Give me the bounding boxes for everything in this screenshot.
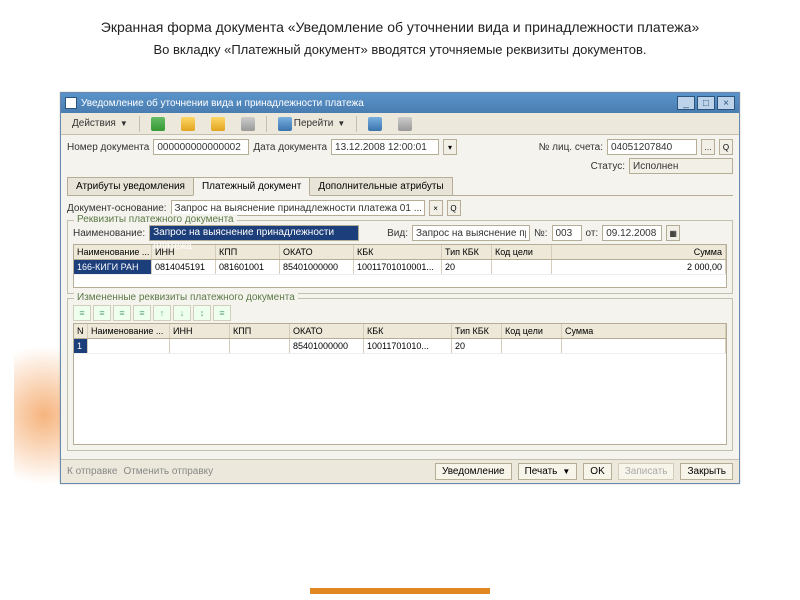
plus-icon	[151, 117, 165, 131]
tab-attributes[interactable]: Атрибуты уведомления	[67, 177, 194, 195]
date-stepper[interactable]: ▾	[443, 139, 457, 155]
changed-fieldset: Измененные реквизиты платежного документ…	[67, 298, 733, 451]
send-link[interactable]: К отправке	[67, 466, 117, 477]
doc-date-input[interactable]	[331, 139, 439, 155]
grid1-h7[interactable]: Сумма	[552, 245, 726, 259]
grid2-h6[interactable]: Тип КБК	[452, 324, 502, 338]
actions-menu[interactable]: Действия▼	[65, 115, 135, 132]
goto-icon	[278, 117, 292, 131]
grid2-h1[interactable]: Наименование ...	[88, 324, 170, 338]
grid2-h2[interactable]: ИНН	[170, 324, 230, 338]
grid2-h0[interactable]: N	[74, 324, 88, 338]
grid2-h8[interactable]: Сумма	[562, 324, 726, 338]
grid2-toolbar: ≡ ≡ ≡ ≡ ↑ ↓ ↕ ≡	[73, 305, 727, 321]
maximize-button[interactable]: □	[697, 96, 715, 110]
doc-no-input[interactable]	[153, 139, 249, 155]
toolbar-btn-6[interactable]	[391, 114, 419, 134]
account-input[interactable]	[607, 139, 697, 155]
tab-extra[interactable]: Дополнительные атрибуты	[309, 177, 452, 195]
toolbar: Действия▼ Перейти▼	[61, 113, 739, 135]
save-button[interactable]: Записать	[618, 463, 675, 480]
close-footer-button[interactable]: Закрыть	[680, 463, 733, 480]
grid2-extra[interactable]: ≡	[213, 305, 231, 321]
grid2-sort[interactable]: ↕	[193, 305, 211, 321]
slide-accent	[310, 588, 490, 594]
ok-button[interactable]: OK	[583, 463, 611, 480]
titlebar: Уведомление об уточнении вида и принадле…	[61, 93, 739, 113]
req-from-calendar[interactable]: ▦	[666, 225, 680, 241]
minimize-button[interactable]: _	[677, 96, 695, 110]
requisites-fieldset: Реквизиты платежного документа Наименова…	[67, 220, 733, 294]
toolbar-btn-2[interactable]	[174, 114, 202, 134]
doc-no-label: Номер документа	[67, 142, 149, 153]
cancel-send-link[interactable]: Отменить отправку	[123, 466, 213, 477]
help-icon	[368, 117, 382, 131]
save-icon	[241, 117, 255, 131]
grid2-del[interactable]: ≡	[133, 305, 151, 321]
req-num-input[interactable]	[552, 225, 582, 241]
toolbar-btn-1[interactable]	[144, 114, 172, 134]
close-button[interactable]: ×	[717, 96, 735, 110]
req-kind-input[interactable]	[412, 225, 530, 241]
goto-menu[interactable]: Перейти▼	[271, 114, 353, 134]
notice-button[interactable]: Уведомление	[435, 463, 512, 480]
grid2-h4[interactable]: ОКАТО	[290, 324, 364, 338]
basis-label: Документ-основание:	[67, 203, 167, 214]
folder-icon	[181, 117, 195, 131]
page-title: Экранная форма документа «Уведомление об…	[0, 0, 800, 42]
status-field	[629, 158, 733, 174]
grid2-down[interactable]: ↓	[173, 305, 191, 321]
list-icon	[211, 117, 225, 131]
grid1-row[interactable]: 166-КИГИ РАН 0814045191 081601001 854010…	[74, 260, 726, 275]
req-from-input[interactable]	[602, 225, 662, 241]
req-num-label: №:	[534, 228, 548, 239]
grid2-copy[interactable]: ≡	[93, 305, 111, 321]
account-lookup[interactable]: …	[701, 139, 715, 155]
page-subtitle: Во вкладку «Платежный документ» вводятся…	[0, 42, 800, 69]
grid1-h5[interactable]: Тип КБК	[442, 245, 492, 259]
grid2-add[interactable]: ≡	[73, 305, 91, 321]
req-name-input[interactable]: Запрос на выяснение принадлежности плате…	[149, 225, 359, 241]
requisites-legend: Реквизиты платежного документа	[74, 214, 237, 225]
toolbar-btn-4[interactable]	[234, 114, 262, 134]
settings-icon	[398, 117, 412, 131]
toolbar-btn-3[interactable]	[204, 114, 232, 134]
status-label: Статус:	[591, 161, 625, 172]
account-open[interactable]: Q	[719, 139, 733, 155]
grid2-h7[interactable]: Код цели	[502, 324, 562, 338]
grid2-edit[interactable]: ≡	[113, 305, 131, 321]
grid2-row[interactable]: 1 85401000000 10011701010... 20	[74, 339, 726, 354]
requisites-grid: Наименование ... ИНН КПП ОКАТО КБК Тип К…	[73, 244, 727, 288]
footer-bar: К отправке Отменить отправку Уведомление…	[61, 459, 739, 483]
grid2-h5[interactable]: КБК	[364, 324, 452, 338]
document-window: Уведомление об уточнении вида и принадле…	[60, 92, 740, 484]
grid1-h3[interactable]: ОКАТО	[280, 245, 354, 259]
tab-payment-doc[interactable]: Платежный документ	[193, 177, 310, 196]
grid2-up[interactable]: ↑	[153, 305, 171, 321]
changed-grid: N Наименование ... ИНН КПП ОКАТО КБК Тип…	[73, 323, 727, 445]
req-name-label: Наименование:	[73, 228, 145, 239]
grid1-h4[interactable]: КБК	[354, 245, 442, 259]
tabs: Атрибуты уведомления Платежный документ …	[67, 177, 733, 196]
basis-clear[interactable]: ×	[429, 200, 443, 216]
doc-date-label: Дата документа	[253, 142, 327, 153]
account-label: № лиц. счета:	[539, 142, 603, 153]
print-button[interactable]: Печать▼	[518, 463, 578, 480]
app-icon	[65, 97, 77, 109]
basis-open[interactable]: Q	[447, 200, 461, 216]
changed-legend: Измененные реквизиты платежного документ…	[74, 292, 298, 303]
grid1-h1[interactable]: ИНН	[152, 245, 216, 259]
grid1-h6[interactable]: Код цели	[492, 245, 552, 259]
grid1-h2[interactable]: КПП	[216, 245, 280, 259]
req-kind-label: Вид:	[387, 228, 408, 239]
toolbar-btn-5[interactable]	[361, 114, 389, 134]
grid1-h0[interactable]: Наименование ...	[74, 245, 152, 259]
grid2-h3[interactable]: КПП	[230, 324, 290, 338]
window-title: Уведомление об уточнении вида и принадле…	[81, 98, 364, 109]
req-from-label: от:	[586, 228, 599, 239]
